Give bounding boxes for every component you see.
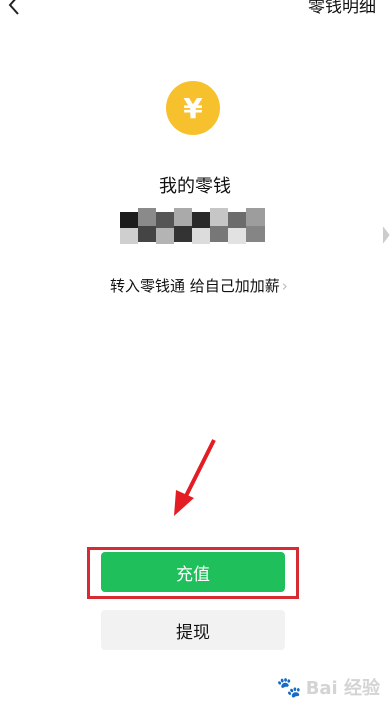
paw-icon: 🐾 [276,675,302,699]
red-arrow-annotation [174,439,216,516]
watermark-text: Bai 经验 [305,678,380,699]
transfer-text: 转入零钱通 给自己加加薪 [110,277,280,295]
transfer-to-lingqiantong-link[interactable]: 转入零钱通 给自己加加薪 › [110,275,288,296]
chevron-right-icon: › [281,277,288,295]
back-chevron-icon[interactable] [4,0,26,16]
page-title: 我的零钱 [159,176,231,197]
change-details-link[interactable]: 零钱明细 [308,0,376,17]
coin-icon: ¥ [166,81,220,135]
recharge-button[interactable]: 充值 [101,552,285,592]
withdraw-button[interactable]: 提现 [101,610,285,650]
watermark: 🐾 Bai 经验 [277,674,380,700]
chevron-right-icon [382,226,390,244]
yuan-symbol: ¥ [183,91,203,125]
balance-amount-pixelated [120,208,265,244]
